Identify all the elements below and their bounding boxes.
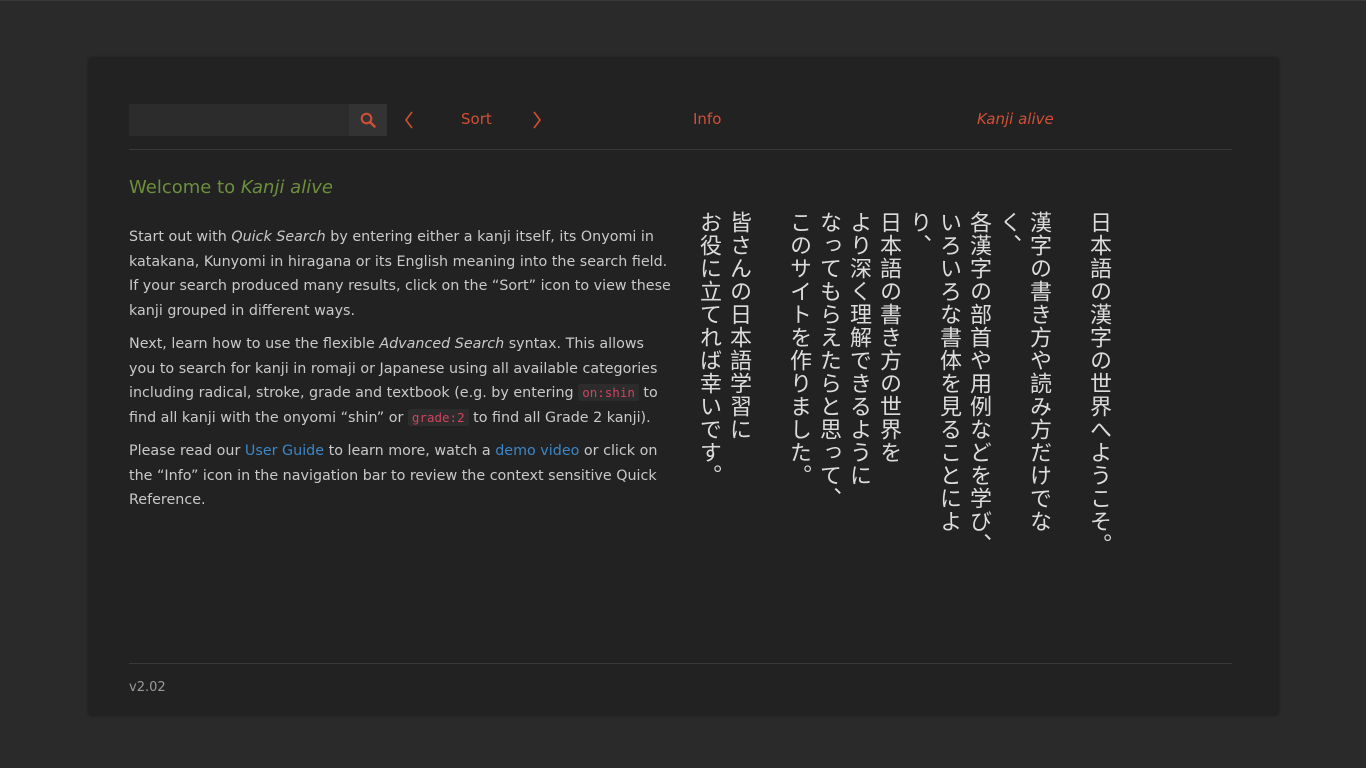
p3-text-b: to learn more, watch a xyxy=(324,443,496,459)
japanese-line-gap xyxy=(753,211,783,571)
welcome-prefix: Welcome to xyxy=(129,177,241,198)
japanese-line: 各漢字の部首や用例などを学び、 xyxy=(966,211,991,556)
japanese-line: なってもらえたらと思って、 xyxy=(816,211,841,510)
japanese-line-gap xyxy=(1053,211,1083,571)
advanced-search-term: Advanced Search xyxy=(379,336,505,352)
p1-text-a: Start out with xyxy=(129,229,232,245)
code-example-onyomi: on:shin xyxy=(578,384,639,401)
search-button[interactable] xyxy=(349,104,387,136)
chevron-right-icon xyxy=(533,111,541,129)
footer: v2.02 xyxy=(129,663,1232,695)
guide-paragraph: Please read our User Guide to learn more… xyxy=(129,439,674,513)
welcome-heading: Welcome to Kanji alive xyxy=(129,176,674,200)
japanese-line: 漢字の書き方や読み方だけでなく、 xyxy=(996,211,1051,533)
search-input[interactable] xyxy=(129,104,349,136)
japanese-line: 日本語の漢字の世界へようこそ。 xyxy=(1086,211,1111,556)
japanese-line: 日本語の書き方の世界を xyxy=(876,211,901,464)
p2-text-e: to find all Grade 2 kanji). xyxy=(468,409,651,426)
info-button[interactable]: Info xyxy=(693,110,721,128)
japanese-welcome-text: 日本語の漢字の世界へようこそ。 漢字の書き方や読み方だけでなく、 各漢字の部首や… xyxy=(693,211,1113,571)
welcome-brand: Kanji alive xyxy=(240,177,333,198)
sort-button[interactable]: Sort xyxy=(461,110,492,128)
quick-search-paragraph: Start out with Quick Search by entering … xyxy=(129,225,674,323)
main-panel: Sort Info Kanji alive Welcome to Kanji a… xyxy=(89,58,1278,715)
p3-text-a: Please read our xyxy=(129,443,245,459)
version-label: v2.02 xyxy=(129,680,166,695)
japanese-line: 皆さんの日本語学習に xyxy=(726,211,751,441)
user-guide-link[interactable]: User Guide xyxy=(245,443,324,459)
brand-link[interactable]: Kanji alive xyxy=(977,110,1054,128)
japanese-line: お役に立てれば幸いです。 xyxy=(696,211,721,487)
search-icon xyxy=(360,112,376,128)
previous-button[interactable] xyxy=(399,109,419,131)
demo-video-link[interactable]: demo video xyxy=(495,443,579,459)
chevron-left-icon xyxy=(405,111,413,129)
page-background: Sort Info Kanji alive Welcome to Kanji a… xyxy=(0,0,1366,768)
quick-search-term: Quick Search xyxy=(231,229,326,245)
code-example-grade: grade:2 xyxy=(407,408,469,426)
next-button[interactable] xyxy=(527,109,547,131)
advanced-search-paragraph: Next, learn how to use the flexible Adva… xyxy=(129,332,674,430)
japanese-line: いろいろな書体を見ることにより、 xyxy=(906,211,961,533)
navigation-bar: Sort Info Kanji alive xyxy=(129,104,1232,150)
intro-section: Welcome to Kanji alive Start out with Qu… xyxy=(129,176,674,522)
japanese-line: このサイトを作りました。 xyxy=(786,211,811,487)
p2-text-a: Next, learn how to use the flexible xyxy=(129,336,380,352)
japanese-line: より深く理解できるように xyxy=(846,211,871,487)
